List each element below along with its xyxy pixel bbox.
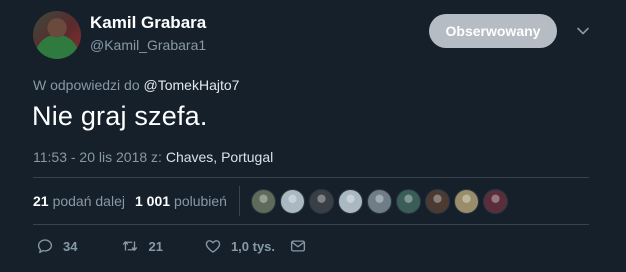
follow-button[interactable]: Obserwowany: [429, 14, 557, 48]
liker-avatar[interactable]: [396, 189, 421, 214]
likers-avatars: [251, 189, 508, 214]
retweet-count: 21: [148, 238, 163, 254]
liker-avatar[interactable]: [425, 189, 450, 214]
author-avatar[interactable]: [33, 11, 81, 59]
liker-avatar[interactable]: [367, 189, 392, 214]
tweet-actions: 34 21 1,0 tys.: [36, 237, 307, 255]
direct-message-button[interactable]: [289, 237, 307, 255]
reply-mention-link[interactable]: @TomekHajto7: [144, 77, 240, 93]
author-name[interactable]: Kamil Grabara: [90, 13, 206, 33]
liker-avatar[interactable]: [309, 189, 334, 214]
tweet-meta: 11:53 - 20 lis 2018 z: Chaves, Portugal: [33, 149, 273, 165]
liker-avatar[interactable]: [280, 189, 305, 214]
envelope-icon: [290, 240, 306, 252]
like-count: 1,0 tys.: [230, 238, 276, 254]
engagement-stats: 21 podań dalej 1 001 polubień: [33, 193, 227, 209]
stats-separator: [239, 186, 240, 216]
reply-icon: [37, 239, 53, 254]
reply-prefix: W odpowiedzi do: [33, 77, 144, 93]
tweet-timestamp[interactable]: 11:53 - 20 lis 2018 z:: [33, 149, 166, 165]
retweet-icon: [123, 241, 138, 251]
chevron-down-icon[interactable]: [576, 24, 590, 38]
reply-button[interactable]: 34: [36, 237, 77, 255]
retweets-count: 21: [33, 193, 49, 209]
likes-stat[interactable]: 1 001 polubień: [135, 193, 227, 209]
liker-avatar[interactable]: [251, 189, 276, 214]
likes-label: polubień: [174, 193, 227, 209]
liker-avatar[interactable]: [483, 189, 508, 214]
reply-count: 34: [63, 238, 78, 254]
heart-icon: [205, 240, 221, 253]
likes-count: 1 001: [134, 193, 171, 209]
reply-context: W odpowiedzi do @TomekHajto7: [33, 77, 239, 93]
retweet-button[interactable]: 21: [121, 237, 163, 255]
retweets-label: podań dalej: [52, 193, 125, 209]
divider: [33, 224, 589, 225]
like-button[interactable]: 1,0 tys.: [204, 237, 275, 255]
tweet-location-link[interactable]: Chaves, Portugal: [166, 149, 273, 165]
retweets-stat[interactable]: 21 podań dalej: [33, 193, 125, 209]
author-handle[interactable]: @Kamil_Grabara1: [90, 37, 206, 53]
liker-avatar[interactable]: [454, 189, 479, 214]
divider: [33, 177, 589, 178]
liker-avatar[interactable]: [338, 189, 363, 214]
tweet-text: Nie graj szefa.: [32, 101, 208, 131]
